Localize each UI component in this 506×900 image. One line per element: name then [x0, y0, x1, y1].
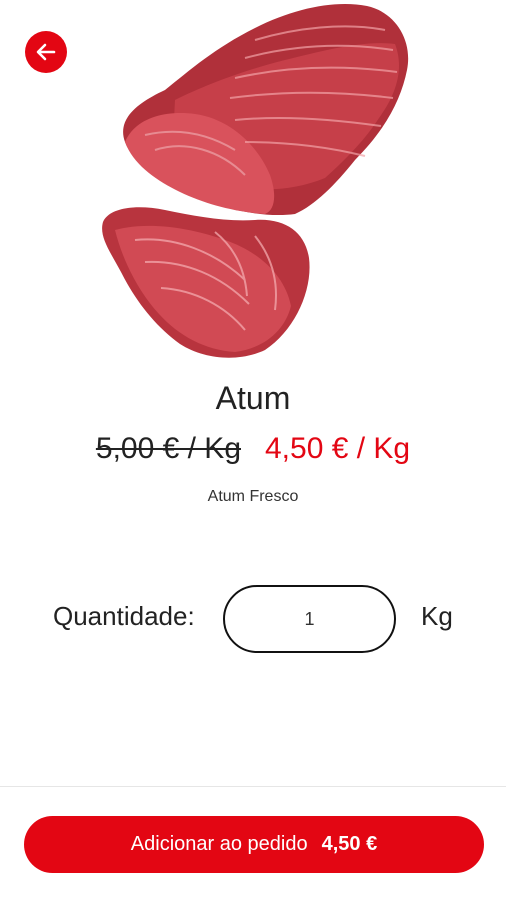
sale-price: 4,50 € / Kg: [265, 432, 411, 465]
footer-divider: [0, 786, 506, 787]
arrow-left-icon: [34, 40, 58, 64]
back-button[interactable]: [25, 31, 67, 73]
product-description: Atum Fresco: [207, 488, 299, 505]
add-to-order-button[interactable]: Adicionar ao pedido 4,50 €: [24, 816, 484, 873]
tuna-steak-image: [95, 0, 415, 365]
product-detail-screen: Atum 5,00 € / Kg 4,50 € / Kg Atum Fresco …: [0, 0, 506, 900]
product-name: Atum: [215, 380, 291, 416]
quantity-unit: Kg: [421, 601, 453, 631]
add-to-order-label: Adicionar ao pedido: [130, 833, 308, 855]
order-total: 4,50 €: [321, 833, 378, 855]
quantity-label: Quantidade:: [53, 601, 195, 631]
old-price: 5,00 € / Kg: [95, 432, 241, 465]
price-row: 5,00 € / Kg 4,50 € / Kg: [0, 432, 506, 466]
quantity-input[interactable]: [223, 585, 396, 653]
